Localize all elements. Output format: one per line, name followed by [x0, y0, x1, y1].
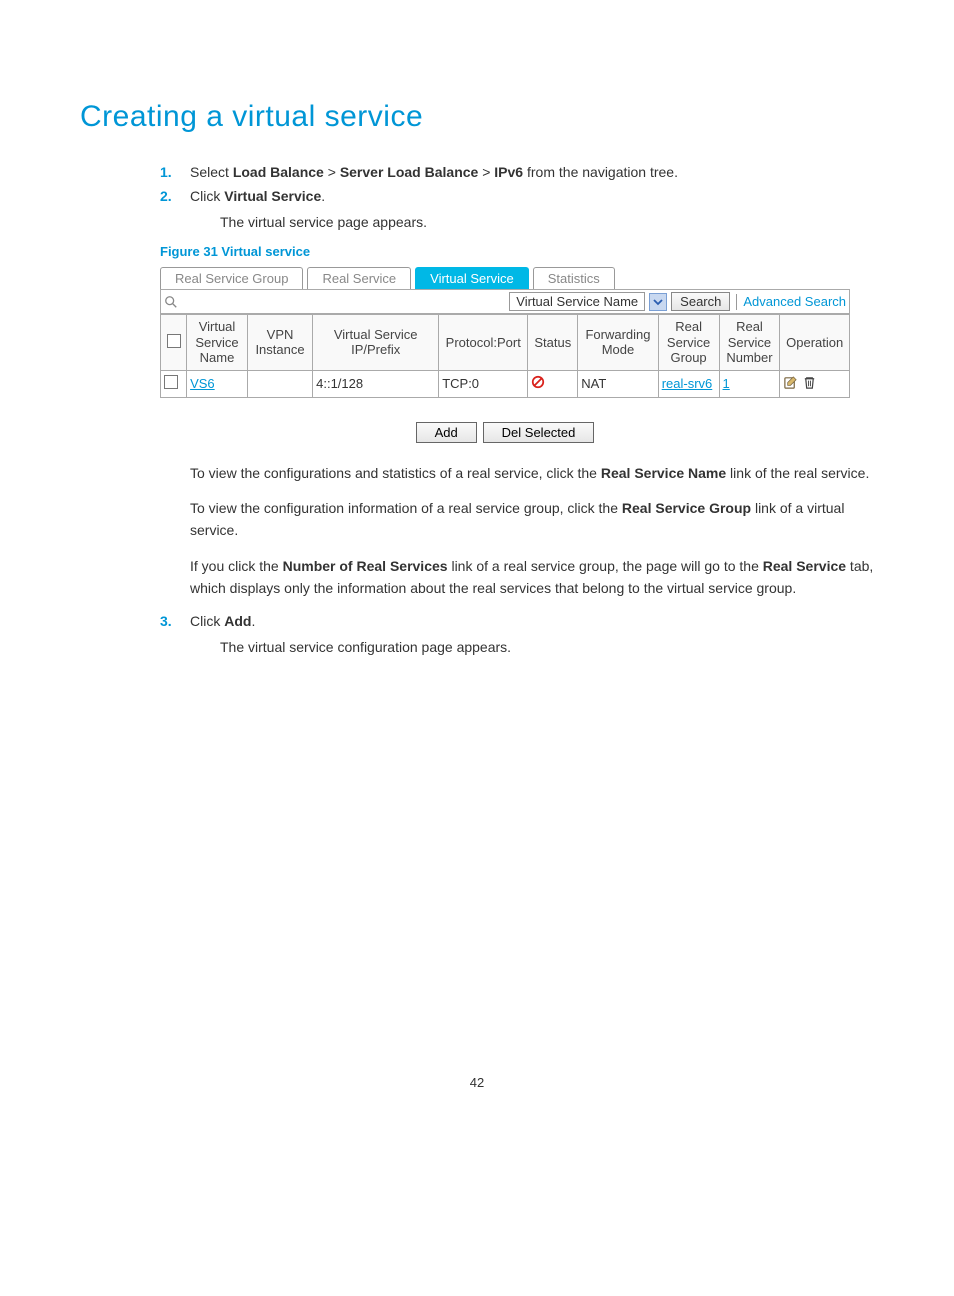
del-selected-button[interactable]: Del Selected	[483, 422, 595, 443]
para-real-service-name: To view the configurations and statistic…	[80, 463, 874, 485]
col-forwarding-mode: Forwarding Mode	[578, 315, 658, 371]
search-field-dropdown[interactable]: Virtual Service Name	[509, 292, 645, 311]
step-2-num: 2.	[160, 188, 172, 204]
tab-virtual-service[interactable]: Virtual Service	[415, 267, 529, 289]
search-field-label: Virtual Service Name	[516, 294, 638, 309]
tab-statistics[interactable]: Statistics	[533, 267, 615, 289]
col-operation: Operation	[780, 315, 850, 371]
tab-real-service-group[interactable]: Real Service Group	[160, 267, 303, 289]
advanced-search-link[interactable]: Advanced Search	[743, 294, 846, 309]
para-number-of-real-services: If you click the Number of Real Services…	[80, 556, 874, 599]
figure: Real Service Group Real Service Virtual …	[160, 267, 850, 443]
status-cell	[528, 370, 578, 397]
vs-name-link[interactable]: VS6	[190, 376, 215, 391]
col-real-service-number: Real Service Number	[719, 315, 780, 371]
step-2: 2. Click Virtual Service. The virtual se…	[160, 188, 874, 230]
step-1-num: 1.	[160, 164, 172, 180]
real-service-group-link[interactable]: real-srv6	[662, 376, 713, 391]
add-button[interactable]: Add	[416, 422, 477, 443]
step-1: 1. Select Load Balance > Server Load Bal…	[160, 164, 874, 180]
forwarding-mode: NAT	[578, 370, 658, 397]
search-button[interactable]: Search	[671, 292, 730, 311]
real-service-number-link[interactable]: 1	[723, 376, 730, 391]
protocol-port: TCP:0	[439, 370, 528, 397]
col-virtual-service-name: Virtual Service Name	[187, 315, 248, 371]
virtual-service-table: Virtual Service Name VPN Instance Virtua…	[160, 314, 850, 398]
col-status: Status	[528, 315, 578, 371]
col-protocol-port: Protocol:Port	[439, 315, 528, 371]
edit-icon[interactable]	[783, 375, 798, 393]
page-title: Creating a virtual service	[80, 100, 874, 134]
step-2-text: Click Virtual Service.	[190, 188, 325, 204]
step-3-text: Click Add.	[190, 613, 255, 629]
step-3-sub: The virtual service configuration page a…	[190, 639, 874, 655]
chevron-down-icon[interactable]	[649, 293, 667, 311]
col-vpn-instance: VPN Instance	[247, 315, 312, 371]
step-3-num: 3.	[160, 613, 172, 629]
vpn-instance	[247, 370, 312, 397]
table-row: VS6 4::1/128 TCP:0 NAT real-srv6 1	[161, 370, 850, 397]
trash-icon[interactable]	[802, 375, 817, 393]
search-icon	[164, 295, 178, 309]
tab-real-service[interactable]: Real Service	[307, 267, 411, 289]
col-ip-prefix: Virtual Service IP/Prefix	[313, 315, 439, 371]
step-2-sub: The virtual service page appears.	[190, 214, 874, 230]
figure-caption: Figure 31 Virtual service	[160, 244, 874, 259]
col-real-service-group: Real Service Group	[658, 315, 719, 371]
step-3: 3. Click Add. The virtual service config…	[160, 613, 874, 655]
para-real-service-group: To view the configuration information of…	[80, 498, 874, 541]
row-checkbox[interactable]	[161, 370, 187, 397]
ip-prefix: 4::1/128	[313, 370, 439, 397]
status-disabled-icon	[531, 377, 545, 392]
step-1-text: Select Load Balance > Server Load Balanc…	[190, 164, 678, 180]
page-number: 42	[80, 1075, 874, 1090]
header-checkbox[interactable]	[161, 315, 187, 371]
